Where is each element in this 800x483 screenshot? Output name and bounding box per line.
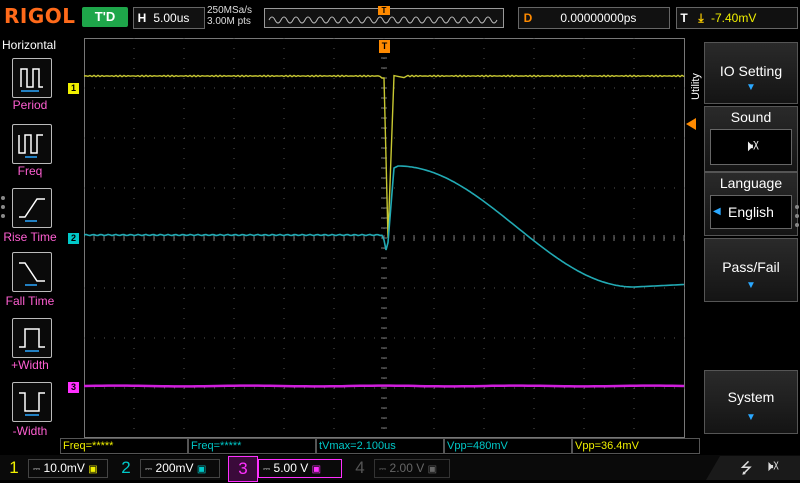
ch1-bw-icon: ▣ <box>88 464 98 475</box>
utility-tab[interactable]: Utility <box>688 56 702 102</box>
menu-page-dot <box>1 205 5 209</box>
ch1-offset-marker[interactable]: 1 <box>68 83 79 94</box>
language-label: Language <box>719 175 783 191</box>
memory-depth: 3.00M pts <box>207 16 251 27</box>
period-label: Period <box>12 98 48 112</box>
delay-label: D <box>523 11 533 25</box>
freq-label: Freq <box>17 164 43 178</box>
ch2-scale-box[interactable]: ⎓ 200mV ▣ <box>140 459 220 478</box>
ch3-number[interactable]: 3 <box>228 456 258 482</box>
pass-fail-chevron-icon: ▼ <box>746 280 756 291</box>
freq-button[interactable] <box>12 124 52 164</box>
menu-page-dot <box>795 223 799 227</box>
sound-label: Sound <box>730 109 772 125</box>
pass-fail-label: Pass/Fail <box>722 259 780 275</box>
language-button[interactable]: Language ◀ English <box>704 172 798 236</box>
trigger-level-value: -7.40mV <box>711 11 757 25</box>
sample-info: 250MSa/s 3.00M pts <box>207 5 252 27</box>
trigger-edge-icon: ⤓ <box>698 11 704 25</box>
measurement-2[interactable]: Freq=***** <box>188 438 316 454</box>
rise-time-label: Rise Time <box>3 230 57 244</box>
speaker-muted-icon: 🕨ᵡ <box>710 129 792 165</box>
system-label: System <box>727 389 775 405</box>
sample-rate: 250MSa/s <box>207 5 253 16</box>
rigol-logo: RIGOL <box>4 4 76 28</box>
sound-button[interactable]: Sound 🕨ᵡ <box>704 106 798 172</box>
ch3-scale: 5.00 V <box>273 461 309 475</box>
measurement-1[interactable]: Freq=***** <box>60 438 188 454</box>
measurement-4[interactable]: Vpp=480mV <box>444 438 572 454</box>
timebase-label: H <box>137 11 147 25</box>
measurement-5[interactable]: Vpp=36.4mV <box>572 438 700 454</box>
trigger-display[interactable]: T ⤓ -7.40mV <box>676 7 798 29</box>
freq-icon <box>18 134 43 158</box>
negative-width-icon <box>19 392 45 416</box>
menu-page-dot <box>1 214 5 218</box>
ch1-number[interactable]: 1 <box>0 456 28 480</box>
pass-fail-button[interactable]: Pass/Fail ▼ <box>704 238 798 302</box>
speaker-muted-icon: 🕨ᵡ <box>764 458 779 475</box>
system-chevron-icon: ▼ <box>746 412 756 423</box>
ch3-waveform <box>84 384 685 388</box>
ch1-scale: 10.0mV <box>43 461 85 475</box>
trigger-time-marker[interactable]: T <box>379 40 390 53</box>
menu-page-dot <box>795 205 799 209</box>
period-icon <box>20 68 43 92</box>
ch2-bw-icon: ▣ <box>196 464 207 475</box>
rise-time-button[interactable] <box>12 188 52 228</box>
ch1-scale-box[interactable]: ⎓ 10.0mV ▣ <box>28 459 108 478</box>
ch3-scale-box[interactable]: ⎓ 5.00 V ▣ <box>258 459 342 478</box>
ch1-coupling-icon: ⎓ <box>33 464 41 474</box>
io-setting-label: IO Setting <box>719 63 783 79</box>
timebase-value: 5.00us <box>153 11 190 25</box>
menu-page-dot <box>795 214 799 218</box>
utility-tab-label-wrap: Utility <box>690 73 702 100</box>
ch3-offset-marker[interactable]: 3 <box>68 382 79 393</box>
ch3-bw-icon: ▣ <box>311 464 322 475</box>
delay-value: 0.00000000ps <box>560 11 637 25</box>
trigger-position-marker: T <box>378 6 390 15</box>
waveform-grid[interactable] <box>84 38 686 438</box>
ch4-bw-icon: ▣ <box>427 464 438 475</box>
ch4-number[interactable]: 4 <box>346 456 374 480</box>
language-left-arrow-icon: ◀ <box>713 206 721 217</box>
language-value-box: ◀ English <box>710 195 792 229</box>
negative-width-label: -Width <box>12 424 48 438</box>
menu-page-dot <box>1 196 5 200</box>
utility-tab-label: Utility <box>690 73 702 100</box>
trigger-level-marker[interactable] <box>686 118 698 130</box>
trigger-label: T <box>680 11 688 25</box>
rise-time-icon <box>19 198 45 222</box>
positive-width-icon <box>19 328 45 352</box>
horizontal-menu-title: Horizontal <box>2 38 57 52</box>
ch4-coupling-icon: ⎓ <box>379 464 387 474</box>
status-tray <box>706 456 800 480</box>
ch2-offset-marker[interactable]: 2 <box>68 233 79 244</box>
usb-icon: ⭍ <box>740 460 753 477</box>
delay-display[interactable]: D 0.00000000ps <box>518 7 670 29</box>
ch2-number[interactable]: 2 <box>112 456 140 480</box>
io-setting-button[interactable]: IO Setting ▼ <box>704 42 798 104</box>
ch2-scale: 200mV <box>155 461 194 475</box>
fall-time-icon <box>19 262 45 286</box>
fall-time-button[interactable] <box>12 252 52 292</box>
ch3-coupling-icon: ⎓ <box>263 464 271 474</box>
negative-width-button[interactable] <box>12 382 52 422</box>
io-setting-chevron-icon: ▼ <box>746 82 756 93</box>
positive-width-button[interactable] <box>12 318 52 358</box>
timebase-display[interactable]: H 5.00us <box>133 7 205 29</box>
system-button[interactable]: System ▼ <box>704 370 798 434</box>
positive-width-label: +Width <box>11 358 49 372</box>
ch4-scale-box[interactable]: ⎓ 2.00 V ▣ <box>374 459 450 478</box>
ch2-coupling-icon: ⎓ <box>145 464 153 474</box>
ch4-scale: 2.00 V <box>389 461 425 475</box>
measurement-3[interactable]: tVmax=2.100us <box>316 438 444 454</box>
run-status-badge[interactable]: T'D <box>82 7 128 27</box>
fall-time-label: Fall Time <box>5 294 55 308</box>
language-value: English <box>728 204 774 220</box>
period-button[interactable] <box>12 58 52 98</box>
